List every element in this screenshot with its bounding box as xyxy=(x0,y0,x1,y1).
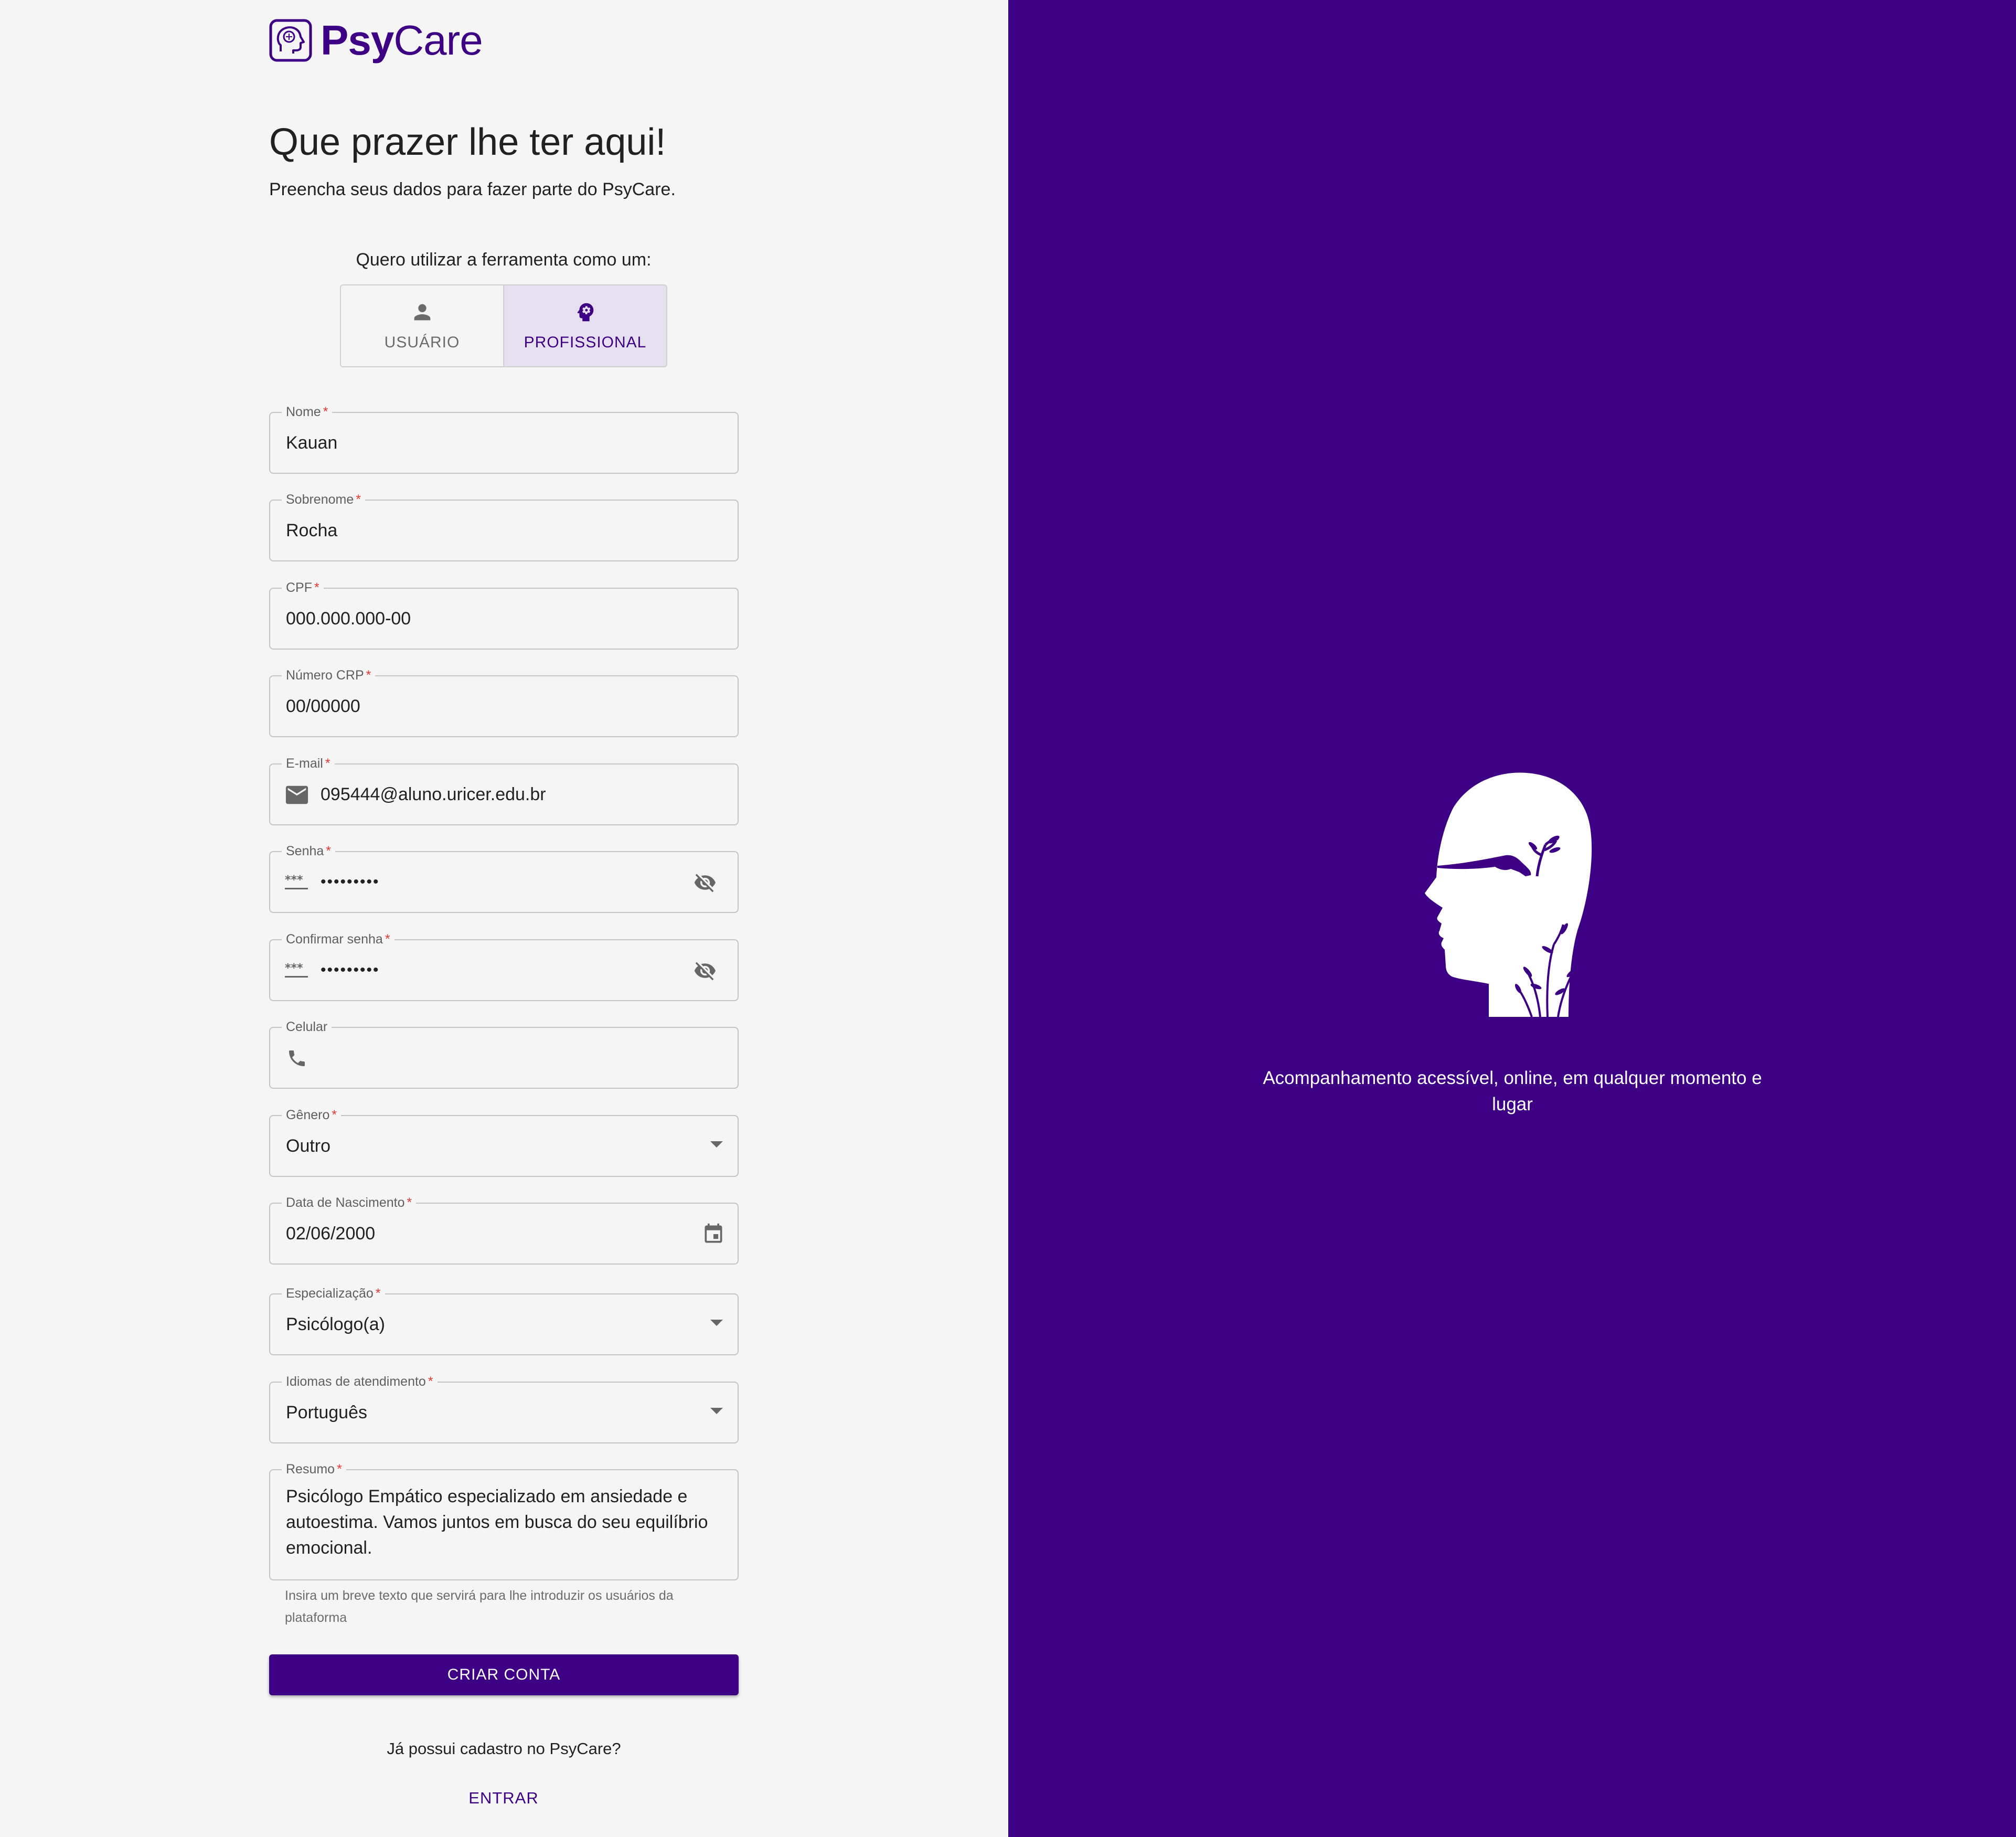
field-label: Celular xyxy=(282,1018,332,1035)
form-panel: PsyCare Que prazer lhe ter aqui! Preench… xyxy=(0,0,1008,1837)
dropdown-arrow-icon[interactable] xyxy=(710,1320,723,1326)
page-title: Que prazer lhe ter aqui! xyxy=(269,121,666,163)
birth-date-input[interactable]: 02/06/2000 xyxy=(286,1204,375,1263)
birth-date-field[interactable]: Data de Nascimento * 02/06/2000 xyxy=(269,1194,739,1265)
calendar-icon[interactable] xyxy=(701,1223,726,1246)
specialization-selected-value: Psicólogo(a) xyxy=(286,1314,385,1334)
dropdown-arrow-icon[interactable] xyxy=(710,1141,723,1148)
gender-selected-value: Outro xyxy=(286,1136,331,1156)
role-option-label: PROFISSIONAL xyxy=(524,334,647,351)
last-name-input[interactable]: Rocha xyxy=(286,501,337,560)
role-toggle-group: USUÁRIO PROFISSIONAL xyxy=(340,284,667,367)
confirm-password-input[interactable]: ••••••••• xyxy=(321,940,380,1000)
role-selector-label: Quero utilizar a ferramenta como um: xyxy=(356,250,652,270)
confirm-password-field[interactable]: Confirmar senha * *** ••••••••• xyxy=(269,931,739,1001)
role-option-label: USUÁRIO xyxy=(384,334,460,351)
dropdown-arrow-icon[interactable] xyxy=(710,1408,723,1414)
page-subtitle: Preencha seus dados para fazer parte do … xyxy=(269,179,676,199)
visibility-off-icon[interactable] xyxy=(692,959,718,982)
panel-tagline: Acompanhamento acessível, online, em qua… xyxy=(1263,1068,1762,1114)
cpf-field[interactable]: CPF * 000.000.000-00 xyxy=(269,579,739,650)
role-option-usuario[interactable]: USUÁRIO xyxy=(341,285,503,366)
gender-select[interactable]: Gênero * Outro xyxy=(269,1107,739,1177)
email-field[interactable]: E-mail * 095444@aluno.uricer.edu.br xyxy=(269,755,739,825)
field-label: Resumo * xyxy=(282,1461,346,1478)
password-input[interactable]: ••••••••• xyxy=(321,852,380,912)
login-button[interactable]: ENTRAR xyxy=(451,1785,556,1811)
email-input[interactable]: 095444@aluno.uricer.edu.br xyxy=(321,764,546,824)
first-name-input[interactable]: Kauan xyxy=(286,413,337,473)
password-icon: *** xyxy=(285,962,308,978)
create-account-button[interactable]: CRIAR CONTA xyxy=(269,1654,739,1695)
login-prompt: Já possui cadastro no PsyCare? xyxy=(387,1739,621,1758)
brain-head-icon xyxy=(269,19,312,62)
specialization-select[interactable]: Especialização * Psicólogo(a) xyxy=(269,1285,739,1355)
languages-selected-value: Português xyxy=(286,1403,367,1422)
summary-input[interactable]: Psicólogo Empático especializado em ansi… xyxy=(286,1484,722,1561)
phone-field[interactable]: Celular xyxy=(269,1018,739,1089)
svg-text:***: *** xyxy=(285,874,303,887)
languages-select[interactable]: Idiomas de atendimento * Português xyxy=(269,1373,739,1443)
summary-hint: Insira um breve texto que servirá para l… xyxy=(285,1588,674,1625)
create-account-label: CRIAR CONTA xyxy=(447,1666,561,1683)
crp-number-input[interactable]: 00/00000 xyxy=(286,676,360,736)
role-option-profissional[interactable]: PROFISSIONAL xyxy=(503,285,666,366)
mail-icon xyxy=(285,785,308,804)
last-name-field[interactable]: Sobrenome * Rocha xyxy=(269,491,739,561)
phone-icon xyxy=(289,1050,305,1066)
password-icon: *** xyxy=(285,874,308,889)
crp-number-field[interactable]: Número CRP * 00/00000 xyxy=(269,667,739,737)
head-with-plants-illustration xyxy=(1425,772,1592,1017)
password-field[interactable]: Senha * *** ••••••••• xyxy=(269,843,739,913)
psychology-icon xyxy=(577,303,593,322)
first-name-field[interactable]: Nome * Kauan xyxy=(269,403,739,474)
psycare-logo: PsyCare xyxy=(269,17,483,64)
visibility-off-icon[interactable] xyxy=(692,871,718,894)
cpf-input[interactable]: 000.000.000-00 xyxy=(286,589,411,649)
svg-text:***: *** xyxy=(285,962,303,975)
summary-textarea[interactable]: Resumo * Psicólogo Empático especializado… xyxy=(269,1461,739,1580)
logo-wordmark: PsyCare xyxy=(321,17,483,63)
person-icon xyxy=(414,304,430,321)
